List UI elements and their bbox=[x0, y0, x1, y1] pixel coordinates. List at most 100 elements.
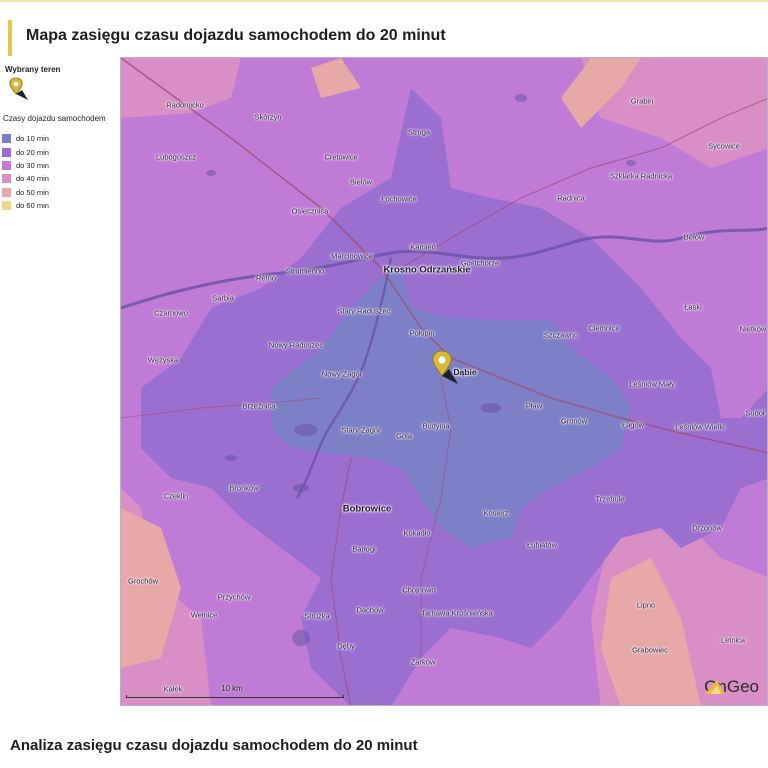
legend-item: do 10 min bbox=[2, 132, 49, 145]
legend-item: do 60 min bbox=[2, 199, 49, 212]
place-label: Bełów bbox=[683, 232, 705, 242]
place-label: Połupin bbox=[409, 328, 435, 338]
top-rule bbox=[0, 0, 768, 2]
location-pin-icon bbox=[9, 77, 28, 100]
place-label: Leśniów Wielki bbox=[675, 422, 725, 432]
place-label: Radnica bbox=[557, 193, 585, 203]
section-title: Analiza zasięgu czasu dojazdu samochodem… bbox=[10, 737, 418, 754]
legend-swatch bbox=[2, 187, 11, 197]
title-accent-bar bbox=[8, 20, 12, 56]
place-label: Bobrowice bbox=[342, 503, 392, 515]
selected-location-label: Dąbie bbox=[453, 367, 477, 377]
lake bbox=[293, 484, 309, 492]
legend-item: do 50 min bbox=[2, 186, 49, 199]
lake bbox=[626, 160, 636, 166]
place-label: Nietków bbox=[739, 324, 767, 334]
place-label: Drzonów bbox=[692, 523, 722, 533]
legend-item-label: do 40 min bbox=[16, 174, 49, 184]
legend-swatch bbox=[2, 134, 11, 144]
place-label: Trzebule bbox=[595, 494, 625, 504]
place-label: Grochów bbox=[127, 576, 159, 586]
ongeo-logo: OnGeo bbox=[704, 677, 759, 697]
place-label: Dęby bbox=[337, 641, 355, 651]
cropped-paragraph bbox=[10, 762, 758, 768]
place-label: Barłogi bbox=[352, 544, 376, 554]
legend-item-label: do 10 min bbox=[16, 134, 49, 144]
place-label: Tarnawa Krośnieńska bbox=[421, 608, 493, 618]
place-label: Lubogoszcz bbox=[155, 152, 197, 162]
legend-selected-title: Wybrany teren bbox=[5, 65, 61, 74]
lake bbox=[225, 455, 237, 461]
place-label: Struga bbox=[407, 127, 431, 137]
legend-swatch bbox=[2, 160, 11, 170]
lake bbox=[294, 424, 318, 436]
place-label: Gola bbox=[396, 431, 412, 441]
lake bbox=[292, 630, 310, 646]
place-label: Bielów bbox=[349, 177, 373, 187]
place-label: Szklarka Radnicka bbox=[609, 171, 673, 181]
place-label: Grabin bbox=[630, 96, 654, 106]
legend-item: do 30 min bbox=[2, 159, 49, 172]
place-label: Cretowice bbox=[324, 152, 358, 162]
place-label: Przychów bbox=[217, 592, 251, 602]
place-label: Wężyska bbox=[147, 355, 179, 365]
place-label: Bronków bbox=[229, 483, 259, 493]
place-label: Retno bbox=[255, 273, 277, 283]
place-label: Gronów bbox=[560, 416, 588, 426]
isochrone-map[interactable]: Radomicko Skórzyn Struga Grabin Lubogoszcz Cr… bbox=[120, 57, 768, 706]
place-label: Ciemnice bbox=[588, 323, 620, 333]
legend-item-label: do 50 min bbox=[16, 187, 49, 197]
place-label: Letnica bbox=[720, 635, 746, 645]
place-label: Strumienno bbox=[285, 266, 325, 276]
place-label: Kamień bbox=[410, 242, 436, 252]
place-label: Sycowice bbox=[708, 141, 740, 151]
place-label: Dachów bbox=[356, 605, 384, 615]
place-label: Radomicko bbox=[166, 100, 204, 110]
place-label: Sarbia bbox=[212, 293, 234, 303]
place-label: Stary Zagór bbox=[341, 425, 381, 435]
place-label: Łagów bbox=[621, 420, 645, 430]
place-label: Chojnowo bbox=[402, 585, 436, 595]
place-label: Kosierz bbox=[483, 508, 509, 518]
place-label: Czarnowo bbox=[154, 308, 188, 318]
legend-times-title: Czasy dojazdu samochodem bbox=[3, 114, 106, 123]
place-label: Wełnice bbox=[190, 610, 218, 620]
place-label: Łaski bbox=[684, 302, 702, 312]
legend-swatch bbox=[2, 174, 11, 184]
scale-bar-label: 10 km bbox=[221, 684, 243, 693]
place-label: Nowy Zagór bbox=[321, 369, 363, 379]
place-label: Krosno Odrzańskie bbox=[383, 264, 471, 276]
legend-item: do 20 min bbox=[2, 145, 49, 158]
legend-item-label: do 60 min bbox=[16, 201, 49, 211]
place-label: Sudoł bbox=[745, 408, 765, 418]
ongeo-logo-icon bbox=[705, 680, 726, 694]
legend-item-label: do 30 min bbox=[16, 160, 49, 170]
place-label: Strużka bbox=[304, 611, 330, 621]
place-label: Skórzyn bbox=[254, 112, 282, 122]
legend-item: do 40 min bbox=[2, 172, 49, 185]
place-label: Łubiatów bbox=[526, 540, 558, 550]
lake bbox=[481, 403, 501, 413]
lake bbox=[206, 170, 216, 176]
place-label: Gostchorze bbox=[460, 258, 500, 268]
place-label: Czeklin bbox=[163, 491, 189, 501]
place-label: Brzeźnica bbox=[242, 401, 276, 411]
legend-swatch bbox=[2, 147, 11, 157]
place-label: Grabowiec bbox=[632, 645, 668, 655]
place-label: Pław bbox=[525, 401, 543, 411]
place-label: Marcinowice bbox=[331, 251, 373, 261]
legend-list: do 10 min do 20 min do 30 min do 40 min … bbox=[2, 132, 49, 212]
place-label: Kukadło bbox=[403, 528, 431, 538]
place-label: Osiecznica bbox=[291, 206, 329, 216]
place-label: Budynia bbox=[422, 421, 450, 431]
place-label: Lipno bbox=[636, 600, 656, 610]
place-label: Leśniów Mały bbox=[629, 379, 675, 389]
legend-item-label: do 20 min bbox=[16, 147, 49, 157]
place-label: Nowy Raduszec bbox=[268, 340, 324, 350]
scale-bar: 10 km bbox=[126, 684, 344, 698]
page-title: Mapa zasięgu czasu dojazdu samochodem do… bbox=[26, 27, 446, 44]
place-label: Łochowice bbox=[381, 194, 417, 204]
place-label: Żarków bbox=[410, 657, 436, 667]
legend-swatch bbox=[2, 201, 11, 211]
scale-bar-line bbox=[126, 695, 344, 698]
